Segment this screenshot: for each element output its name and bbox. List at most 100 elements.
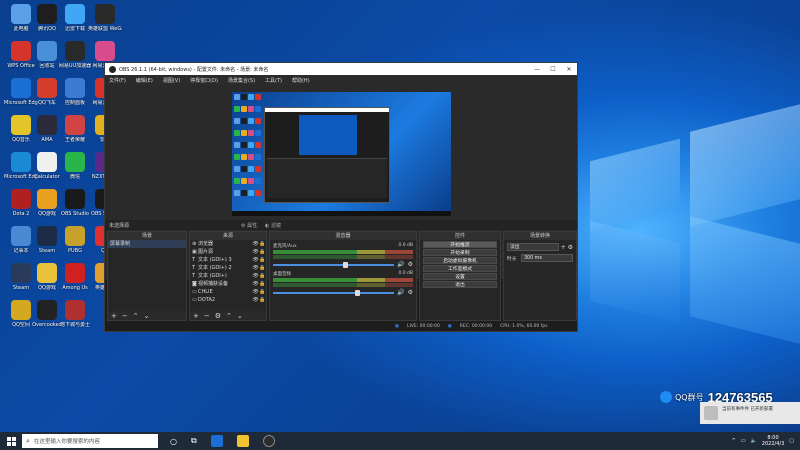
menu-view[interactable]: 视图(V): [163, 77, 180, 84]
desktop-icon[interactable]: 英雄联盟 WeGame: [88, 4, 122, 32]
speaker-icon[interactable]: 🔊: [397, 289, 404, 296]
start-recording-button[interactable]: 开始录制: [423, 249, 497, 256]
move-down-icon[interactable]: ⌄: [144, 312, 150, 320]
desktop-icon[interactable]: 微信: [58, 152, 92, 180]
volume-slider[interactable]: [273, 289, 395, 296]
menu-file[interactable]: 文件(F): [109, 77, 126, 84]
menu-help[interactable]: 帮助(H): [292, 77, 310, 84]
preview-mini-icon: [255, 130, 261, 136]
notification-center-icon[interactable]: ▢: [789, 438, 794, 444]
desktop-icon[interactable]: 网易UU加速器: [58, 41, 92, 69]
obs-preview-canvas[interactable]: [232, 92, 451, 216]
lock-icon[interactable]: 🔒: [259, 264, 266, 272]
lock-icon[interactable]: 🔒: [259, 296, 266, 304]
add-scene-icon[interactable]: +: [111, 312, 117, 320]
desktop-icon[interactable]: PUBG: [58, 226, 92, 254]
desktop-icon-label: 微信: [69, 174, 80, 180]
filters-button[interactable]: ◐ 滤镜: [265, 222, 281, 229]
exit-button[interactable]: 退出: [423, 281, 497, 288]
studio-mode-button[interactable]: 工作室模式: [423, 265, 497, 272]
source-item[interactable]: ▭ CHLIE 👁 🔒: [190, 288, 266, 296]
start-streaming-button[interactable]: 开始推流: [423, 241, 497, 248]
lock-icon[interactable]: 🔒: [259, 288, 266, 296]
track-db: 0.0 dB: [398, 271, 413, 276]
source-item[interactable]: T 文本 (GDI+) 2 👁 🔒: [190, 264, 266, 272]
app-icon: [37, 78, 57, 98]
maximize-button[interactable]: ☐: [545, 66, 561, 73]
lock-icon[interactable]: 🔒: [259, 240, 266, 248]
show-hidden-icons-icon[interactable]: ^: [732, 438, 736, 444]
transition-type-select[interactable]: 淡出: [507, 243, 559, 251]
app-icon: [37, 115, 57, 135]
speaker-icon[interactable]: 🔊: [397, 261, 404, 268]
desktop-icon[interactable]: 地下城与勇士: [58, 300, 92, 328]
menu-tools[interactable]: 工具(T): [265, 77, 282, 84]
visibility-eye-icon[interactable]: 👁: [252, 296, 259, 304]
edge-taskbar-icon[interactable]: [210, 435, 223, 447]
properties-button[interactable]: ⚙ 属性: [241, 222, 257, 229]
visibility-eye-icon[interactable]: 👁: [252, 240, 259, 248]
source-item[interactable]: ◙ 视频捕获设备 👁 🔒: [190, 280, 266, 288]
transition-settings-icon[interactable]: ⚙: [568, 244, 573, 251]
volume-slider[interactable]: [273, 261, 395, 268]
visibility-eye-icon[interactable]: 👁: [252, 272, 259, 280]
source-settings-icon[interactable]: ⚙: [215, 312, 221, 320]
scene-item[interactable]: 屏幕录制: [108, 240, 186, 248]
add-transition-icon[interactable]: +: [561, 244, 566, 251]
move-down-icon[interactable]: ⌄: [237, 312, 243, 320]
app-icon: [11, 115, 31, 135]
network-icon[interactable]: ▭: [741, 438, 746, 444]
sources-toolbar: + − ⚙ ⌃ ⌄: [190, 311, 266, 320]
file-explorer-taskbar-icon[interactable]: [236, 435, 249, 447]
duration-input[interactable]: 300 ms: [521, 254, 573, 262]
desktop-icon[interactable]: OBS Studio: [58, 189, 92, 217]
taskbar-search-box[interactable]: ⌕ 在这里输入你要搜索的内容: [22, 434, 158, 448]
desktop-icon[interactable]: 王者荣耀: [58, 115, 92, 143]
lock-icon[interactable]: 🔒: [259, 256, 266, 264]
visibility-eye-icon[interactable]: 👁: [252, 248, 259, 256]
track-settings-icon[interactable]: ⚙: [408, 289, 413, 296]
visibility-eye-icon[interactable]: 👁: [252, 288, 259, 296]
remove-scene-icon[interactable]: −: [122, 312, 128, 320]
menu-edit[interactable]: 编辑(E): [136, 77, 153, 84]
volume-slider-knob[interactable]: [343, 261, 349, 268]
menu-scene-collection[interactable]: 场景集合(S): [228, 77, 255, 84]
start-button[interactable]: [0, 436, 22, 446]
app-icon: [11, 189, 31, 209]
notification-toast[interactable]: 当前有事件件 已开新部署: [700, 402, 800, 424]
mixer-track: 麦克风/Aux 0.0 dB 🔊 ⚙: [273, 243, 413, 268]
volume-icon[interactable]: 🔈: [751, 438, 757, 444]
cortana-icon[interactable]: ○: [170, 437, 177, 446]
move-up-icon[interactable]: ⌃: [133, 312, 139, 320]
taskbar-clock[interactable]: 8:00 2022/4/3: [762, 435, 784, 447]
desktop-icon[interactable]: Among Us: [58, 263, 92, 291]
source-item[interactable]: ▣ 图片源 👁 🔒: [190, 248, 266, 256]
source-item[interactable]: T 文本 (GDI+) 3 👁 🔒: [190, 256, 266, 264]
source-item[interactable]: ▭ DOTA2 👁 🔒: [190, 296, 266, 304]
remove-source-icon[interactable]: −: [204, 312, 210, 320]
desktop-icon[interactable]: 控制面板: [58, 78, 92, 106]
obs-titlebar[interactable]: OBS 26.1.1 (64-bit, windows) - 配置文件: 未命名…: [105, 63, 577, 75]
start-virtual-camera-button[interactable]: 启动虚拟摄像机: [423, 257, 497, 264]
source-item[interactable]: ⊕ 浏览器 👁 🔒: [190, 240, 266, 248]
volume-slider-knob[interactable]: [355, 289, 361, 296]
minimize-button[interactable]: —: [529, 66, 545, 73]
settings-button[interactable]: 设置: [423, 273, 497, 280]
add-source-icon[interactable]: +: [193, 312, 199, 320]
task-view-icon[interactable]: ⧉: [191, 436, 197, 446]
move-up-icon[interactable]: ⌃: [226, 312, 232, 320]
source-item[interactable]: T 文本 (GDI+) 👁 🔒: [190, 272, 266, 280]
menu-docks[interactable]: 停靠窗口(D): [190, 77, 218, 84]
lock-icon[interactable]: 🔒: [259, 248, 266, 256]
visibility-eye-icon[interactable]: 👁: [252, 264, 259, 272]
lock-icon[interactable]: 🔒: [259, 272, 266, 280]
app-icon: [65, 4, 85, 24]
visibility-eye-icon[interactable]: 👁: [252, 256, 259, 264]
close-button[interactable]: ✕: [561, 66, 577, 73]
preview-mini-icon: [234, 94, 240, 100]
obs-taskbar-icon[interactable]: [262, 435, 275, 447]
track-settings-icon[interactable]: ⚙: [408, 261, 413, 268]
lock-icon[interactable]: 🔒: [259, 280, 266, 288]
desktop-icon[interactable]: 迅雷下载: [58, 4, 92, 32]
visibility-eye-icon[interactable]: 👁: [252, 280, 259, 288]
